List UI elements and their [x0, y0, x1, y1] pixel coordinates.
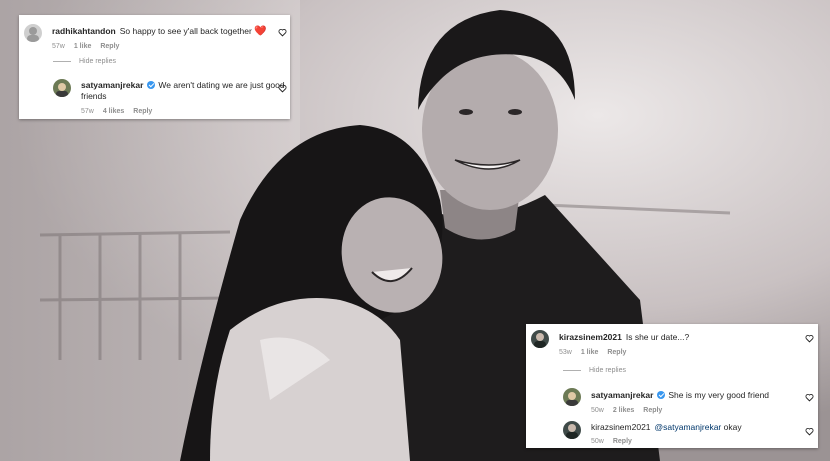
reply-time: 57w: [81, 108, 94, 115]
avatar[interactable]: [24, 24, 42, 42]
hide-replies-toggle[interactable]: Hide replies: [53, 58, 116, 65]
heart-outline-icon[interactable]: [278, 28, 287, 37]
mention-link[interactable]: @satyamanjrekar: [655, 422, 722, 432]
reply-likes[interactable]: 4 likes: [103, 106, 124, 117]
reply-row: satyamanjrekar She is my very good friend…: [563, 388, 769, 416]
comment-likes[interactable]: 1 like: [581, 347, 599, 358]
person-photo-icon: [534, 333, 546, 348]
divider: [53, 61, 71, 62]
reply-row: satyamanjrekar We aren't dating we are ju…: [53, 79, 285, 117]
reply-username[interactable]: satyamanjrekar: [591, 390, 653, 400]
avatar[interactable]: [563, 388, 581, 406]
comment-meta: 57w 1 like Reply: [52, 41, 267, 52]
comment-row: kirazsinem2021 Is she ur date...? 53w 1 l…: [531, 330, 689, 358]
reply-text-line2: friends: [81, 91, 107, 101]
comment-username[interactable]: kirazsinem2021: [559, 332, 622, 342]
comment-row: radhikahtandon So happy to see y'all back…: [24, 24, 267, 52]
reply-meta: 50w 2 likes Reply: [591, 405, 769, 416]
reply-time: 50w: [591, 407, 604, 414]
heart-outline-icon[interactable]: [805, 393, 814, 402]
verified-badge-icon: [657, 391, 666, 399]
reply-row: kirazsinem2021 @satyamanjrekar okay 50w R…: [563, 421, 742, 447]
comment-text: Is she ur date...?: [625, 332, 690, 342]
reply-text: She is my very good friend: [668, 390, 770, 400]
reply-meta: 57w 4 likes Reply: [81, 106, 285, 117]
reply-text: okay: [723, 422, 742, 432]
verified-badge-icon: [147, 81, 156, 89]
comment-likes[interactable]: 1 like: [74, 41, 92, 52]
reply-text: We aren't dating we are just good: [158, 80, 285, 90]
reply-button[interactable]: Reply: [613, 436, 632, 447]
divider: [563, 370, 581, 371]
person-photo-icon: [27, 27, 39, 42]
person-photo-icon: [566, 392, 578, 406]
person-photo-icon: [566, 424, 578, 439]
reply-username[interactable]: satyamanjrekar: [81, 80, 143, 90]
heart-outline-icon[interactable]: [805, 427, 814, 436]
reply-button[interactable]: Reply: [133, 106, 152, 117]
reply-button[interactable]: Reply: [607, 347, 626, 358]
comment-meta: 53w 1 like Reply: [559, 347, 689, 358]
reply-button[interactable]: Reply: [643, 405, 662, 416]
avatar[interactable]: [53, 79, 71, 97]
person-photo-icon: [56, 83, 68, 97]
heart-outline-icon[interactable]: [278, 84, 287, 93]
reply-likes[interactable]: 2 likes: [613, 405, 634, 416]
hide-replies-label: Hide replies: [79, 58, 116, 65]
comment-username[interactable]: radhikahtandon: [52, 26, 116, 36]
avatar[interactable]: [563, 421, 581, 439]
red-heart-emoji: ❤️: [254, 26, 267, 37]
hide-replies-toggle[interactable]: Hide replies: [563, 367, 626, 374]
reply-meta: 50w Reply: [591, 436, 742, 447]
comment-time: 53w: [559, 349, 572, 356]
reply-button[interactable]: Reply: [100, 41, 119, 52]
comment-card-top: radhikahtandon So happy to see y'all back…: [19, 15, 290, 119]
reply-time: 50w: [591, 438, 604, 445]
hide-replies-label: Hide replies: [589, 367, 626, 374]
comment-text: So happy to see y'all back together: [119, 26, 252, 36]
reply-username[interactable]: kirazsinem2021: [591, 422, 651, 432]
avatar[interactable]: [531, 330, 549, 348]
comment-card-bottom: kirazsinem2021 Is she ur date...? 53w 1 l…: [526, 324, 818, 448]
heart-outline-icon[interactable]: [805, 334, 814, 343]
comment-time: 57w: [52, 43, 65, 50]
